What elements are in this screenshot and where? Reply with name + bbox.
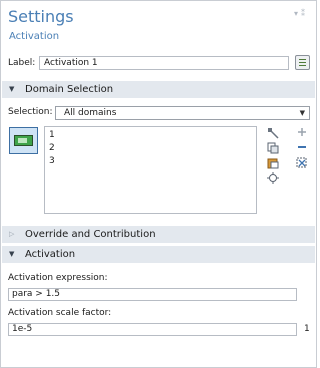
list-item[interactable]: 2 [49,143,55,153]
section-title: Domain Selection [25,84,114,95]
activation-scale-input[interactable]: 1e-5 [8,323,297,336]
section-title: Override and Contribution [25,229,156,240]
domain-select-button[interactable] [9,127,38,154]
pin-icon[interactable]: ⁑ [301,9,308,18]
section-domain-selection[interactable]: ▼ Domain Selection [2,81,315,98]
list-item[interactable]: 1 [49,130,55,140]
selection-row: Selection: All domains ▼ [8,106,310,120]
collapsed-arrow-icon: ▷ [9,230,15,238]
window-controls[interactable]: ▾⁑ [294,9,308,18]
edit-label-button[interactable] [295,55,310,70]
selection-caption: Selection: [8,107,53,117]
label-caption: Label: [8,58,36,68]
selection-dropdown[interactable]: All domains ▼ [55,106,310,120]
expanded-arrow-icon: ▼ [9,85,15,93]
clipboard-icon[interactable] [267,157,279,169]
label-row: Label: Activation 1 [8,55,310,72]
list-item[interactable]: 3 [49,156,55,166]
activation-expression-label: Activation expression: [8,273,108,283]
selection-value: All domains [64,108,117,118]
remove-icon[interactable] [297,142,309,154]
clear-selection-icon[interactable] [296,157,308,169]
copy-icon[interactable] [267,142,279,154]
paste-icon[interactable] [267,127,279,139]
chevron-down-icon: ▼ [299,109,305,117]
domain-list[interactable]: 1 2 3 [44,126,257,214]
section-title: Activation [25,249,76,260]
section-override-contribution[interactable]: ▷ Override and Contribution [2,226,315,243]
section-activation[interactable]: ▼ Activation [2,246,315,263]
scale-unit: 1 [304,324,310,334]
node-subtitle: Activation [9,31,60,42]
expanded-arrow-icon: ▼ [9,250,15,258]
activation-expression-input[interactable]: para > 1.5 [8,288,297,301]
minimize-icon[interactable]: ▾ [294,9,301,18]
page-title: Settings [8,7,74,26]
settings-panel: Settings ▾⁑ Activation Label: Activation… [0,0,317,368]
domain-select-icon [14,135,33,146]
zoom-to-selection-icon[interactable] [267,172,279,184]
activation-scale-label: Activation scale factor: [8,308,112,318]
add-icon[interactable] [297,127,309,139]
label-input[interactable]: Activation 1 [39,56,289,70]
